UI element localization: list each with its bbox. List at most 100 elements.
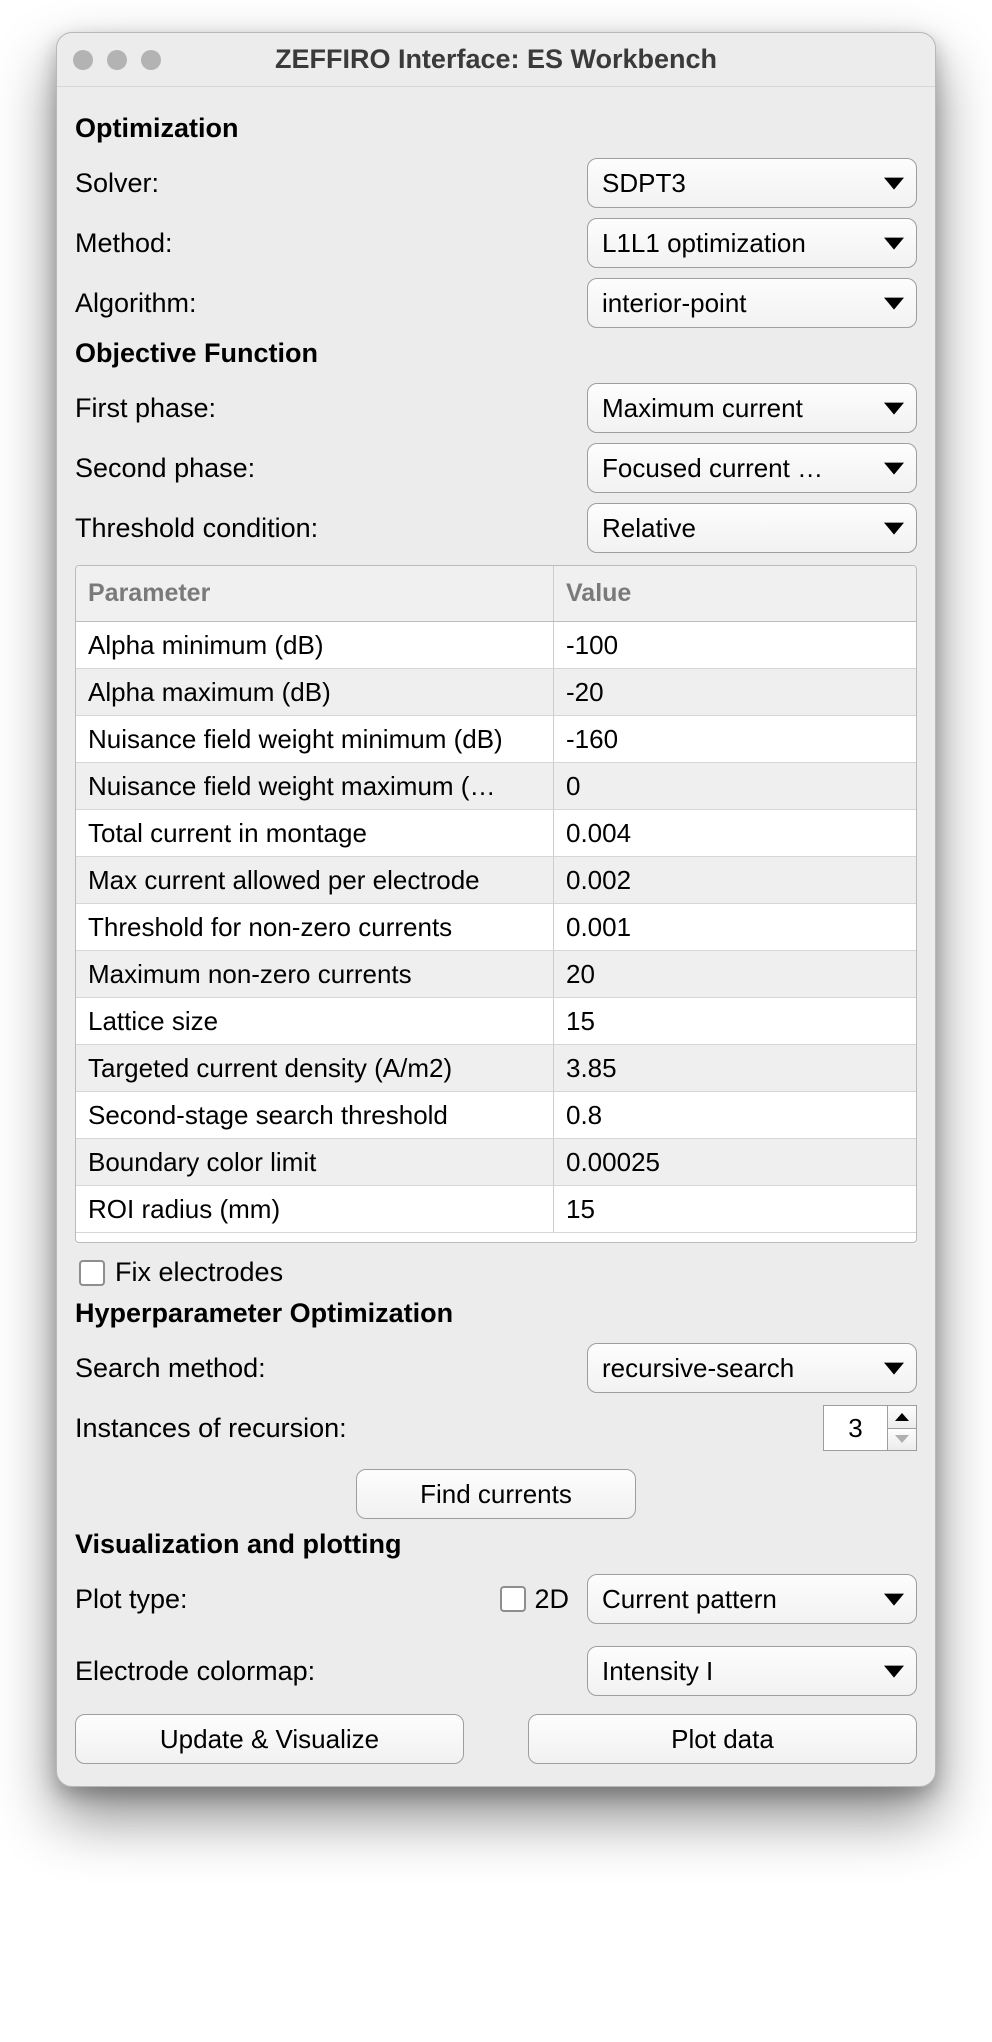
value-cell[interactable]: 0.001	[554, 904, 916, 950]
threshold-condition-value: Relative	[602, 513, 696, 544]
close-icon[interactable]	[73, 50, 93, 70]
chevron-down-icon	[895, 1435, 909, 1443]
algorithm-label: Algorithm:	[75, 288, 587, 319]
value-cell[interactable]: 0.004	[554, 810, 916, 856]
spinner-up-button[interactable]	[887, 1405, 917, 1429]
instances-value[interactable]: 3	[823, 1405, 887, 1451]
value-cell[interactable]: -160	[554, 716, 916, 762]
chevron-down-icon	[884, 1363, 904, 1375]
update-visualize-button[interactable]: Update & Visualize	[75, 1714, 464, 1764]
algorithm-select[interactable]: interior-point	[587, 278, 917, 328]
table-header-parameter: Parameter	[76, 566, 554, 621]
colormap-label: Electrode colormap:	[75, 1656, 587, 1687]
value-cell[interactable]: 15	[554, 998, 916, 1044]
value-cell[interactable]: 15	[554, 1186, 916, 1232]
solver-label: Solver:	[75, 168, 587, 199]
instances-spinner[interactable]: 3	[823, 1405, 917, 1451]
table-row[interactable]: Nuisance field weight minimum (dB)-160	[76, 716, 916, 763]
find-currents-button[interactable]: Find currents	[356, 1469, 636, 1519]
window-title: ZEFFIRO Interface: ES Workbench	[57, 44, 935, 75]
hyper-heading: Hyperparameter Optimization	[75, 1298, 917, 1329]
plot-data-button[interactable]: Plot data	[528, 1714, 917, 1764]
algorithm-value: interior-point	[602, 288, 747, 319]
table-row[interactable]: Maximum non-zero currents20	[76, 951, 916, 998]
search-method-select[interactable]: recursive-search	[587, 1343, 917, 1393]
viz-heading: Visualization and plotting	[75, 1529, 917, 1560]
chevron-down-icon	[884, 178, 904, 190]
table-row[interactable]: Nuisance field weight maximum (…0	[76, 763, 916, 810]
plot-data-label: Plot data	[671, 1724, 774, 1755]
value-cell[interactable]: 0.002	[554, 857, 916, 903]
value-cell[interactable]: 3.85	[554, 1045, 916, 1091]
colormap-value: Intensity I	[602, 1656, 713, 1687]
plot-type-value: Current pattern	[602, 1584, 777, 1615]
optimization-heading: Optimization	[75, 113, 917, 144]
table-row[interactable]: Lattice size15	[76, 998, 916, 1045]
first-phase-select[interactable]: Maximum current	[587, 383, 917, 433]
second-phase-value: Focused current …	[602, 453, 823, 484]
two-d-checkbox[interactable]	[500, 1586, 526, 1612]
param-cell: Total current in montage	[76, 810, 554, 856]
chevron-up-icon	[895, 1413, 909, 1421]
table-row[interactable]: Max current allowed per electrode0.002	[76, 857, 916, 904]
param-cell: Threshold for non-zero currents	[76, 904, 554, 950]
parameter-table[interactable]: Parameter Value Alpha minimum (dB)-100Al…	[75, 565, 917, 1243]
param-cell: Alpha minimum (dB)	[76, 622, 554, 668]
chevron-down-icon	[884, 523, 904, 535]
search-method-label: Search method:	[75, 1353, 587, 1384]
second-phase-select[interactable]: Focused current …	[587, 443, 917, 493]
content: Optimization Solver: SDPT3 Method: L1L1 …	[57, 87, 935, 1786]
method-label: Method:	[75, 228, 587, 259]
window: ZEFFIRO Interface: ES Workbench Optimiza…	[56, 32, 936, 1787]
fix-electrodes-label: Fix electrodes	[115, 1257, 283, 1288]
find-currents-label: Find currents	[420, 1479, 572, 1510]
chevron-down-icon	[884, 298, 904, 310]
chevron-down-icon	[884, 238, 904, 250]
param-cell: Maximum non-zero currents	[76, 951, 554, 997]
param-cell: Max current allowed per electrode	[76, 857, 554, 903]
threshold-condition-select[interactable]: Relative	[587, 503, 917, 553]
param-cell: Lattice size	[76, 998, 554, 1044]
first-phase-value: Maximum current	[602, 393, 803, 424]
table-row[interactable]: Second-stage search threshold0.8	[76, 1092, 916, 1139]
chevron-down-icon	[884, 1594, 904, 1606]
first-phase-label: First phase:	[75, 393, 587, 424]
plot-type-select[interactable]: Current pattern	[587, 1574, 917, 1624]
table-row[interactable]: ROI radius (mm)15	[76, 1186, 916, 1233]
two-d-label: 2D	[534, 1584, 569, 1615]
colormap-select[interactable]: Intensity I	[587, 1646, 917, 1696]
table-row[interactable]: Alpha minimum (dB)-100	[76, 622, 916, 669]
table-row[interactable]: Alpha maximum (dB)-20	[76, 669, 916, 716]
solver-select[interactable]: SDPT3	[587, 158, 917, 208]
chevron-down-icon	[884, 463, 904, 475]
minimize-icon[interactable]	[107, 50, 127, 70]
chevron-down-icon	[884, 1666, 904, 1678]
table-row[interactable]: Threshold for non-zero currents0.001	[76, 904, 916, 951]
value-cell[interactable]: -100	[554, 622, 916, 668]
zoom-icon[interactable]	[141, 50, 161, 70]
instances-label: Instances of recursion:	[75, 1413, 823, 1444]
value-cell[interactable]: -20	[554, 669, 916, 715]
param-cell: Nuisance field weight maximum (…	[76, 763, 554, 809]
param-cell: Second-stage search threshold	[76, 1092, 554, 1138]
table-row[interactable]: Targeted current density (A/m2)3.85	[76, 1045, 916, 1092]
value-cell[interactable]: 0	[554, 763, 916, 809]
titlebar: ZEFFIRO Interface: ES Workbench	[57, 33, 935, 87]
threshold-condition-label: Threshold condition:	[75, 513, 587, 544]
window-controls	[73, 50, 161, 70]
value-cell[interactable]: 0.00025	[554, 1139, 916, 1185]
method-select[interactable]: L1L1 optimization	[587, 218, 917, 268]
param-cell: Targeted current density (A/m2)	[76, 1045, 554, 1091]
value-cell[interactable]: 20	[554, 951, 916, 997]
fix-electrodes-checkbox[interactable]	[79, 1260, 105, 1286]
param-cell: Alpha maximum (dB)	[76, 669, 554, 715]
value-cell[interactable]: 0.8	[554, 1092, 916, 1138]
table-row[interactable]: Boundary color limit0.00025	[76, 1139, 916, 1186]
table-row[interactable]: Total current in montage0.004	[76, 810, 916, 857]
search-method-value: recursive-search	[602, 1353, 794, 1384]
second-phase-label: Second phase:	[75, 453, 587, 484]
solver-value: SDPT3	[602, 168, 686, 199]
update-visualize-label: Update & Visualize	[160, 1724, 379, 1755]
method-value: L1L1 optimization	[602, 228, 806, 259]
spinner-down-button[interactable]	[887, 1429, 917, 1452]
